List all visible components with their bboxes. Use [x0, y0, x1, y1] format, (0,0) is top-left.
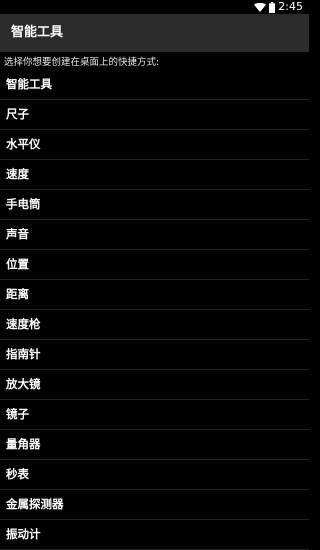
shortcut-item-compass[interactable]: 指南针	[0, 340, 309, 370]
shortcut-item-label: 手电筒	[6, 197, 41, 211]
shortcut-item-label: 速度枪	[6, 317, 41, 331]
page-title: 智能工具	[11, 25, 64, 40]
shortcut-item-protractor[interactable]: 量角器	[0, 430, 309, 460]
shortcut-item-label: 距离	[6, 287, 29, 301]
status-icons: 2:45	[254, 1, 303, 13]
shortcut-item-label: 水平仪	[6, 137, 41, 151]
wifi-icon	[254, 2, 267, 12]
shortcut-item-label: 智能工具	[6, 77, 52, 91]
shortcut-item-label: 放大镜	[6, 377, 41, 391]
shortcut-item-flashlight[interactable]: 手电筒	[0, 190, 309, 220]
shortcut-list: 智能工具 尺子 水平仪 速度 手电筒 声音 位置 距离 速度枪 指南针 放大镜 …	[0, 70, 309, 550]
shortcut-item-label: 镜子	[6, 407, 29, 421]
shortcut-item-sound[interactable]: 声音	[0, 220, 309, 250]
shortcut-item-label: 振动计	[6, 527, 41, 541]
shortcut-item-vibrometer[interactable]: 振动计	[0, 520, 309, 550]
shortcut-item-level[interactable]: 水平仪	[0, 130, 309, 160]
shortcut-prompt: 选择你想要创建在桌面上的快捷方式:	[4, 57, 160, 68]
battery-icon	[269, 1, 276, 13]
shortcut-item-ruler[interactable]: 尺子	[0, 100, 309, 130]
shortcut-item-speed[interactable]: 速度	[0, 160, 309, 190]
shortcut-item-label: 位置	[6, 257, 29, 271]
shortcut-item-speed-gun[interactable]: 速度枪	[0, 310, 309, 340]
shortcut-item-metal-detector[interactable]: 金属探测器	[0, 490, 309, 520]
shortcut-item-label: 速度	[6, 167, 29, 181]
shortcut-item-stopwatch[interactable]: 秒表	[0, 460, 309, 490]
shortcut-item-mirror[interactable]: 镜子	[0, 400, 309, 430]
shortcut-item-distance[interactable]: 距离	[0, 280, 309, 310]
status-time: 2:45	[278, 0, 303, 13]
shortcut-item-label: 量角器	[6, 437, 41, 451]
shortcut-item-smart-tools[interactable]: 智能工具	[0, 70, 309, 100]
shortcut-item-location[interactable]: 位置	[0, 250, 309, 280]
shortcut-item-label: 声音	[6, 227, 29, 241]
shortcut-item-label: 金属探测器	[6, 497, 64, 511]
shortcut-item-label: 指南针	[6, 347, 41, 361]
app-bar: 智能工具	[0, 14, 309, 52]
shortcut-item-label: 尺子	[6, 107, 29, 121]
shortcut-item-label: 秒表	[6, 467, 29, 481]
shortcut-item-magnifier[interactable]: 放大镜	[0, 370, 309, 400]
status-bar: 2:45	[0, 0, 309, 14]
